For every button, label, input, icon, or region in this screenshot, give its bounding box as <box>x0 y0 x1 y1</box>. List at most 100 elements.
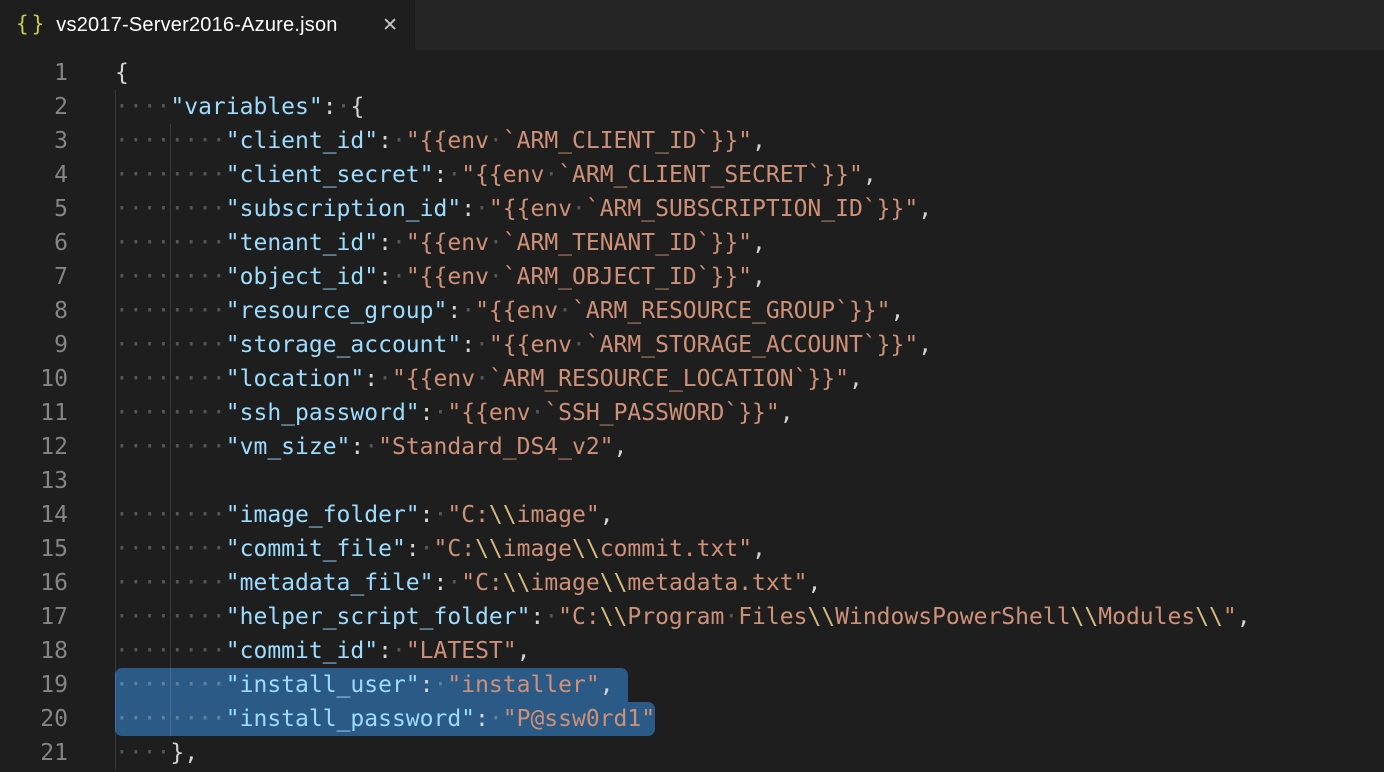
code-line: 7········"object_id":·"{{env·`ARM_OBJECT… <box>0 260 1384 294</box>
line-content[interactable]: ········"storage_account":·"{{env·`ARM_S… <box>68 328 1384 362</box>
line-number: 9 <box>0 328 68 362</box>
line-number: 7 <box>0 260 68 294</box>
close-icon[interactable]: ✕ <box>378 12 402 38</box>
whitespace-dots: · <box>544 162 558 188</box>
line-number: 21 <box>0 736 68 770</box>
whitespace-dots: ········ <box>115 298 226 324</box>
whitespace-dots: · <box>530 400 544 426</box>
line-content[interactable] <box>68 464 1384 498</box>
indent-guide <box>170 464 171 498</box>
whitespace-dots: ········ <box>115 604 226 630</box>
code-line: 14········"image_folder":·"C:\\image", <box>0 498 1384 532</box>
whitespace-dots: ········ <box>115 434 226 460</box>
whitespace-dots: ········ <box>115 128 226 154</box>
whitespace-dots: · <box>475 366 489 392</box>
tab-title: vs2017-Server2016-Azure.json <box>56 14 337 37</box>
line-number: 1 <box>0 56 68 90</box>
tab-vs2017-server2016-azure-json[interactable]: {} vs2017-Server2016-Azure.json ✕ <box>0 0 415 50</box>
line-content[interactable]: ········"commit_file":·"C:\\image\\commi… <box>68 532 1384 566</box>
whitespace-dots: · <box>447 162 461 188</box>
code-line: 8········"resource_group":·"{{env·`ARM_R… <box>0 294 1384 328</box>
whitespace-dots: ········ <box>115 570 226 596</box>
whitespace-dots: ········ <box>115 400 226 426</box>
whitespace-dots: ········ <box>115 366 226 392</box>
whitespace-dots: · <box>489 128 503 154</box>
whitespace-dots: · <box>461 298 475 324</box>
line-content[interactable]: ········"location":·"{{env·`ARM_RESOURCE… <box>68 362 1384 396</box>
whitespace-dots: ········ <box>115 230 226 256</box>
whitespace-dots: · <box>337 94 351 120</box>
whitespace-dots: · <box>558 298 572 324</box>
whitespace-dots: · <box>364 434 378 460</box>
whitespace-dots: ········ <box>115 638 226 664</box>
line-content[interactable]: ········"ssh_password":·"{{env·`SSH_PASS… <box>68 396 1384 430</box>
code-line: 17········"helper_script_folder":·"C:\\P… <box>0 600 1384 634</box>
code-line: 11········"ssh_password":·"{{env·`SSH_PA… <box>0 396 1384 430</box>
whitespace-dots: · <box>434 672 448 698</box>
whitespace-dots: · <box>489 230 503 256</box>
line-number: 2 <box>0 90 68 124</box>
whitespace-dots: · <box>420 536 434 562</box>
line-content[interactable]: ········"metadata_file":·"C:\\image\\met… <box>68 566 1384 600</box>
line-content[interactable]: { <box>68 56 1384 90</box>
code-line: 19········"install_user":·"installer", <box>0 668 1384 702</box>
line-content[interactable]: ····"variables":·{ <box>68 90 1384 124</box>
line-number: 17 <box>0 600 68 634</box>
line-content[interactable]: ········"commit_id":·"LATEST", <box>68 634 1384 668</box>
whitespace-dots: · <box>434 400 448 426</box>
line-content[interactable]: ········"subscription_id":·"{{env·`ARM_S… <box>68 192 1384 226</box>
whitespace-dots: · <box>447 570 461 596</box>
code-line: 5········"subscription_id":·"{{env·`ARM_… <box>0 192 1384 226</box>
line-number: 12 <box>0 430 68 464</box>
line-number: 14 <box>0 498 68 532</box>
line-content[interactable]: ····}, <box>68 736 1384 770</box>
code-line: 9········"storage_account":·"{{env·`ARM_… <box>0 328 1384 362</box>
code-line: 15········"commit_file":·"C:\\image\\com… <box>0 532 1384 566</box>
line-number: 5 <box>0 192 68 226</box>
whitespace-dots: · <box>489 264 503 290</box>
line-number: 16 <box>0 566 68 600</box>
line-content[interactable]: ········"object_id":·"{{env·`ARM_OBJECT_… <box>68 260 1384 294</box>
editor: 1{2····"variables":·{3········"client_id… <box>0 50 1384 770</box>
line-content[interactable]: ········"install_user":·"installer", <box>68 668 1384 702</box>
code-line: 18········"commit_id":·"LATEST", <box>0 634 1384 668</box>
line-content[interactable]: ········"vm_size":·"Standard_DS4_v2", <box>68 430 1384 464</box>
whitespace-dots: · <box>572 332 586 358</box>
line-content[interactable]: ········"client_secret":·"{{env·`ARM_CLI… <box>68 158 1384 192</box>
code-line: 13 <box>0 464 1384 498</box>
line-number: 19 <box>0 668 68 702</box>
indent-guide <box>115 464 116 498</box>
line-number: 15 <box>0 532 68 566</box>
line-content[interactable]: ········"client_id":·"{{env·`ARM_CLIENT_… <box>68 124 1384 158</box>
whitespace-dots: ········ <box>115 332 226 358</box>
whitespace-dots: ········ <box>115 672 226 698</box>
code-line: 20········"install_password":·"P@ssw0rd1… <box>0 702 1384 736</box>
line-number: 13 <box>0 464 68 498</box>
whitespace-dots: · <box>489 706 503 732</box>
line-number: 20 <box>0 702 68 736</box>
code-line: 6········"tenant_id":·"{{env·`ARM_TENANT… <box>0 226 1384 260</box>
line-content[interactable]: ········"helper_script_folder":·"C:\\Pro… <box>68 600 1384 634</box>
line-content[interactable]: ········"tenant_id":·"{{env·`ARM_TENANT_… <box>68 226 1384 260</box>
tab-bar: {} vs2017-Server2016-Azure.json ✕ <box>0 0 1384 50</box>
line-content[interactable]: ········"resource_group":·"{{env·`ARM_RE… <box>68 294 1384 328</box>
line-content[interactable]: ········"install_password":·"P@ssw0rd1" <box>68 702 1384 736</box>
whitespace-dots: · <box>392 128 406 154</box>
line-content[interactable]: ········"image_folder":·"C:\\image", <box>68 498 1384 532</box>
code-lines: 1{2····"variables":·{3········"client_id… <box>0 56 1384 770</box>
code-line: 1{ <box>0 56 1384 90</box>
whitespace-dots: · <box>392 264 406 290</box>
whitespace-dots: ········ <box>115 536 226 562</box>
line-number: 10 <box>0 362 68 396</box>
whitespace-dots: ········ <box>115 706 226 732</box>
code-line: 4········"client_secret":·"{{env·`ARM_CL… <box>0 158 1384 192</box>
whitespace-dots: · <box>724 604 738 630</box>
whitespace-dots: ········ <box>115 264 226 290</box>
whitespace-dots: ········ <box>115 196 226 222</box>
whitespace-dots: ········ <box>115 502 226 528</box>
code-line: 3········"client_id":·"{{env·`ARM_CLIENT… <box>0 124 1384 158</box>
whitespace-dots: · <box>572 196 586 222</box>
line-number: 3 <box>0 124 68 158</box>
whitespace-dots: · <box>378 366 392 392</box>
line-number: 6 <box>0 226 68 260</box>
